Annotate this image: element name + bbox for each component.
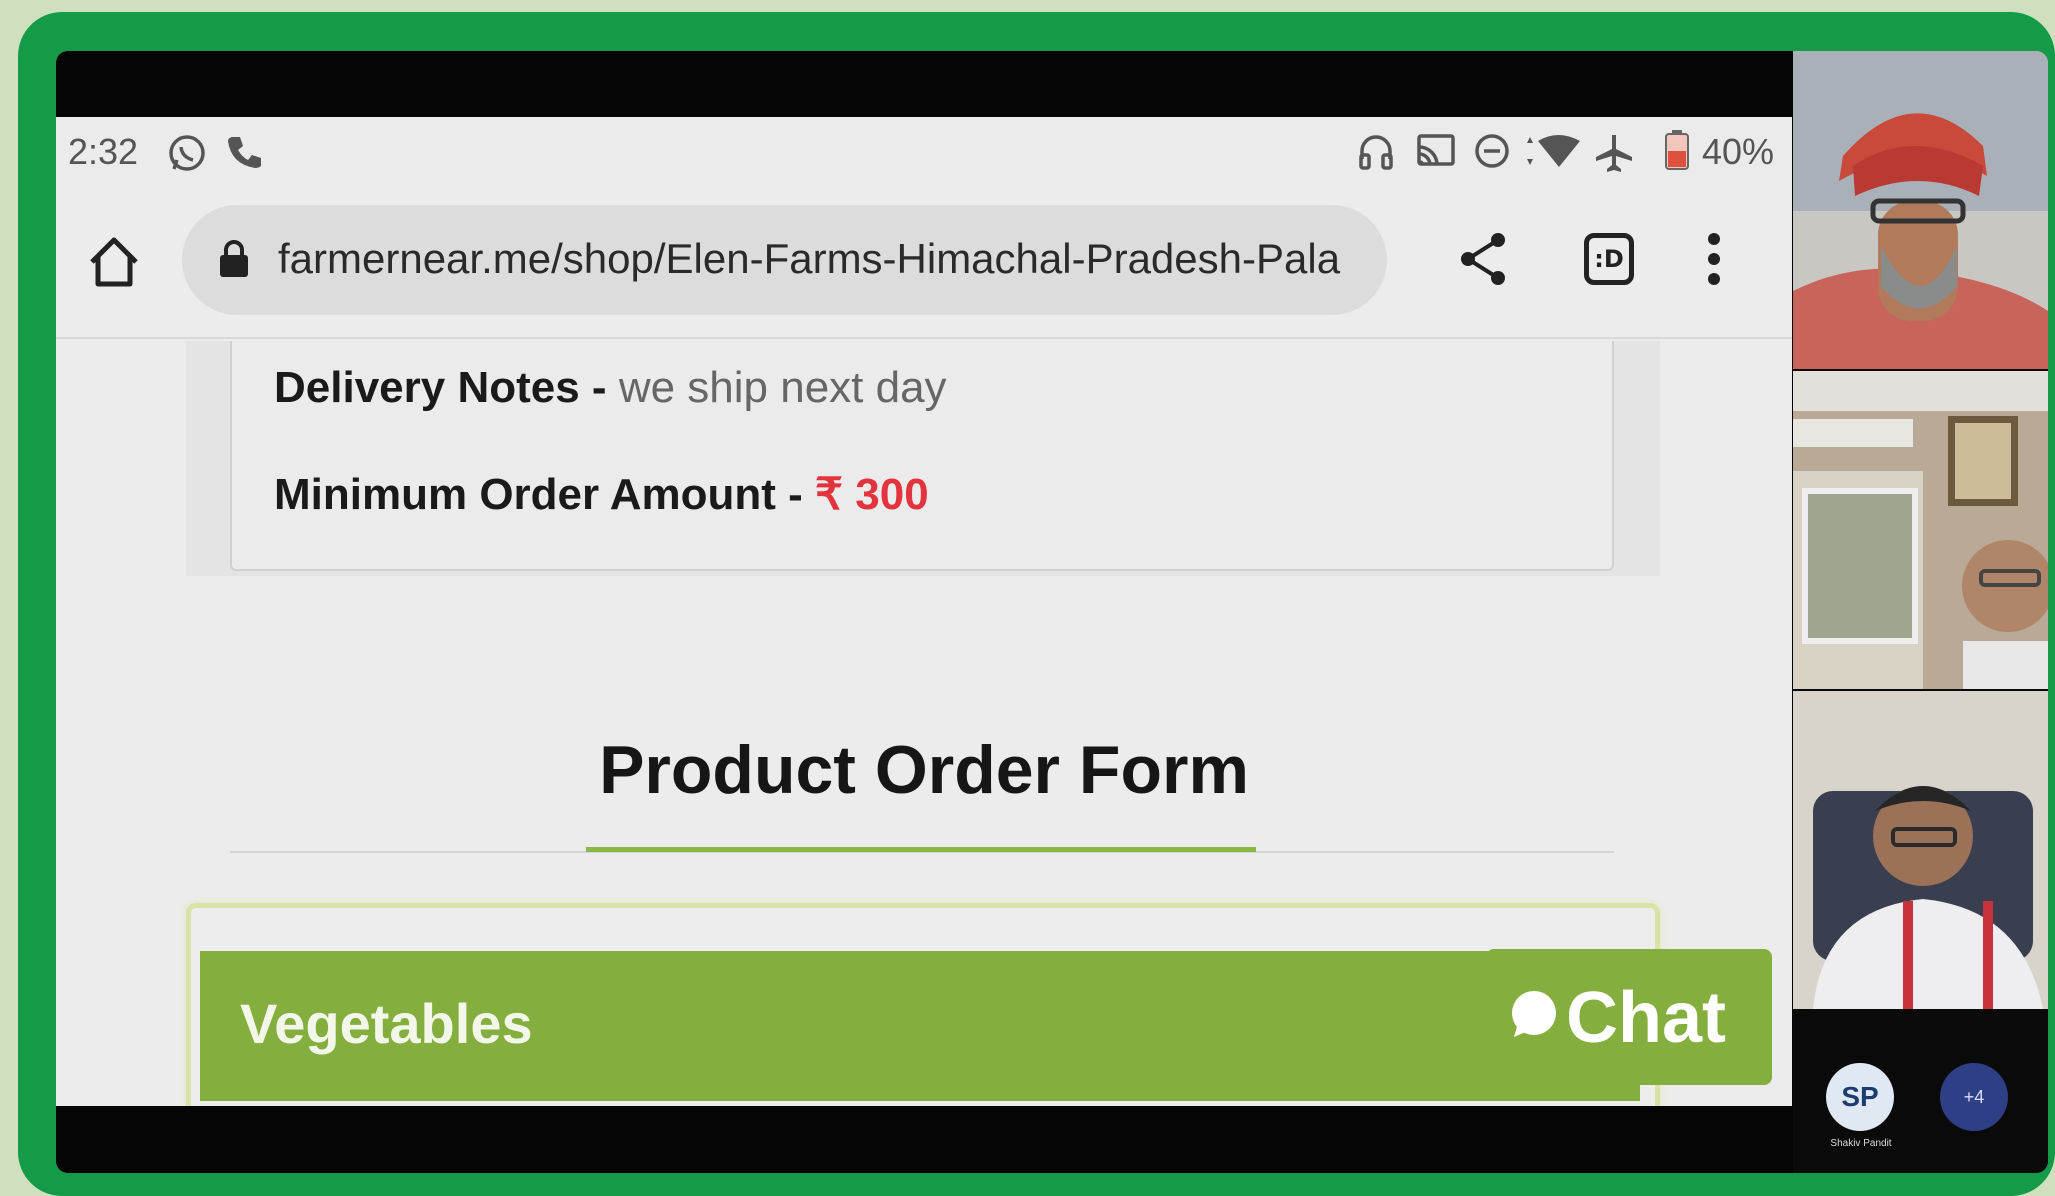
wifi-icon [1526, 133, 1582, 178]
cast-icon [1416, 133, 1456, 178]
store-info-card: Delivery Notes - we ship next day Minimu… [230, 341, 1614, 571]
title-underline [586, 847, 1256, 852]
chat-button[interactable]: Chat [1486, 949, 1772, 1085]
airplane-mode-icon [1594, 133, 1634, 182]
participant-video-3[interactable] [1793, 691, 2048, 1009]
browser-toolbar: farmernear.me/shop/Elen-Farms-Himachal-P… [56, 183, 1792, 339]
page-title: Product Order Form [599, 732, 1249, 808]
page-content: Delivery Notes - we ship next day Minimu… [56, 341, 1792, 1106]
category-header[interactable]: Vegetables [200, 951, 1640, 1101]
whatsapp-icon [166, 133, 208, 184]
category-title: Vegetables [240, 992, 533, 1055]
shared-phone-screen: 2:32 40% farmernear.me/shop/Elen-Farms-H… [56, 117, 1792, 1106]
chat-label: Chat [1566, 978, 1726, 1058]
delivery-notes-label: Delivery Notes - [274, 363, 607, 412]
battery-percent: 40% [1702, 131, 1775, 172]
do-not-disturb-icon [1474, 133, 1510, 178]
min-order-row: Minimum Order Amount - ₹ 300 [274, 469, 929, 520]
more-participants-badge[interactable]: +4 [1940, 1063, 2008, 1131]
phone-call-icon [226, 133, 264, 180]
home-icon[interactable] [86, 234, 142, 290]
url-text[interactable]: farmernear.me/shop/Elen-Farms-Himachal-P… [278, 235, 1368, 283]
lock-icon [218, 239, 250, 284]
headphones-icon [1358, 133, 1394, 180]
address-bar[interactable]: farmernear.me/shop/Elen-Farms-Himachal-P… [182, 205, 1387, 315]
participant-video-1[interactable] [1793, 51, 2048, 369]
delivery-notes-value: we ship next day [618, 363, 947, 412]
tabs-icon[interactable]: :D [1584, 233, 1634, 285]
avatar-name: Shakiv Pandit [1830, 1138, 1892, 1149]
battery-icon [1664, 129, 1690, 180]
share-icon[interactable] [1458, 231, 1508, 292]
meeting-screen: 2:32 40% farmernear.me/shop/Elen-Farms-H… [56, 51, 2048, 1173]
participant-video-2[interactable] [1793, 371, 2048, 689]
status-time: 2:32 [68, 131, 139, 172]
min-order-value: ₹ 300 [815, 470, 929, 519]
participants-panel: SP +4 Shakiv Pandit [1793, 51, 2048, 1173]
avatar[interactable]: SP [1826, 1063, 1894, 1131]
delivery-notes-row: Delivery Notes - we ship next day [274, 363, 947, 413]
more-vert-icon[interactable] [1706, 231, 1722, 292]
chat-bubble-icon [1506, 987, 1558, 1048]
min-order-label: Minimum Order Amount - [274, 470, 803, 519]
status-bar: 2:32 40% [56, 117, 1792, 183]
